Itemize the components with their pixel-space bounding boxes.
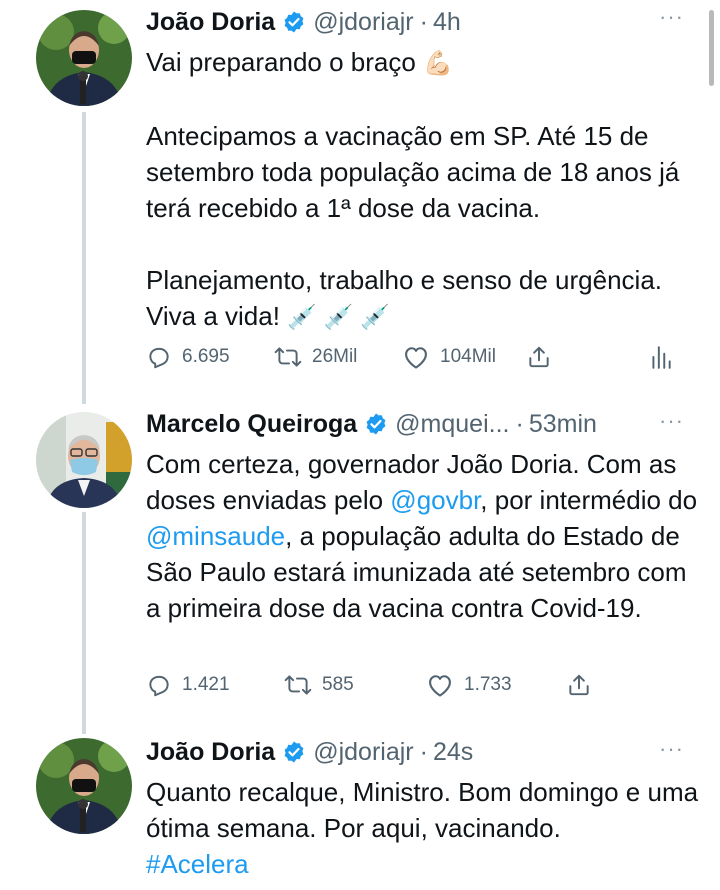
more-icon[interactable]: ··· (659, 408, 684, 434)
verified-badge-icon (282, 740, 306, 764)
share-button[interactable] (566, 672, 602, 698)
reply-count: 1.421 (182, 674, 230, 695)
mention-link[interactable]: @minsaude (146, 521, 285, 551)
tweet-paragraph: Antecipamos a vacinação em SP. Até 15 de… (146, 121, 680, 223)
avatar[interactable] (36, 10, 132, 106)
reply-button[interactable]: 6.695 (146, 344, 230, 370)
analytics-button[interactable] (650, 344, 682, 370)
tweet-text-span: , por intermédio do (480, 485, 698, 515)
author-name[interactable]: João Doria (146, 738, 275, 767)
share-icon (529, 346, 549, 368)
more-icon[interactable]: ··· (659, 4, 684, 30)
tweet-thread: João Doria @jdoriajr · 4h ··· Vai prepar… (0, 0, 720, 890)
reply-count: 6.695 (182, 346, 230, 367)
reply-button[interactable]: 1.421 (146, 672, 230, 698)
tweet-text: Quanto recalque, Ministro. Bom domingo e… (146, 774, 701, 882)
separator-dot: · (419, 737, 428, 766)
tweet[interactable]: João Doria @jdoriajr · 4h ··· Vai prepar… (0, 0, 720, 400)
tweet-actions: 6.695 26Mil 104Mil (146, 340, 686, 374)
timestamp[interactable]: 24s (433, 738, 473, 767)
like-button[interactable]: 1.733 (426, 672, 512, 698)
tweet-text-line: Vai preparando o braço (146, 47, 416, 77)
author-handle[interactable]: @jdoriajr (313, 738, 413, 767)
tweet-text: Com certeza, governador João Doria. Com … (146, 446, 701, 626)
retweet-icon (284, 675, 312, 695)
timestamp[interactable]: 53min (529, 410, 597, 439)
more-icon[interactable]: ··· (659, 736, 684, 762)
author-name[interactable]: Marcelo Queiroga (146, 410, 357, 439)
like-button[interactable]: 104Mil (402, 344, 496, 370)
syringe-emoji: 💉 💉 💉 (287, 304, 391, 331)
retweet-button[interactable]: 26Mil (274, 344, 357, 370)
reply-icon (149, 675, 169, 697)
like-count: 1.733 (464, 674, 512, 695)
avatar[interactable] (36, 412, 132, 508)
timestamp[interactable]: 4h (433, 8, 461, 37)
verified-badge-icon (282, 10, 306, 34)
analytics-icon (652, 346, 671, 369)
separator-dot: · (515, 409, 524, 438)
tweet[interactable]: Marcelo Queiroga @mquei... · 53min ··· C… (0, 404, 720, 724)
tweet[interactable]: João Doria @jdoriajr · 24s ··· Quanto re… (0, 732, 720, 890)
separator-dot: · (419, 7, 428, 36)
retweet-button[interactable]: 585 (284, 672, 354, 698)
tweet-text: Vai preparando o braço 💪🏻 Antecipamos a … (146, 44, 701, 336)
like-icon (429, 675, 451, 697)
tweet-paragraph: Planejamento, trabalho e senso de urgênc… (146, 265, 663, 331)
reply-icon (149, 347, 169, 369)
tweet-actions: 1.421 585 1.733 (146, 668, 606, 702)
share-button[interactable] (526, 344, 562, 370)
verified-badge-icon (364, 412, 388, 436)
flexed-biceps-emoji: 💪🏻 (423, 50, 453, 77)
tweet-paragraph: Quanto recalque, Ministro. Bom domingo e… (146, 777, 699, 843)
author-name[interactable]: João Doria (146, 8, 275, 37)
retweet-count: 26Mil (312, 346, 358, 367)
avatar[interactable] (36, 738, 132, 834)
author-handle[interactable]: @mquei... (395, 410, 509, 439)
share-icon (569, 674, 589, 696)
like-count: 104Mil (440, 346, 496, 367)
hashtag-link[interactable]: #Acelera (146, 849, 249, 879)
retweet-icon (274, 347, 302, 367)
author-handle[interactable]: @jdoriajr (313, 8, 413, 37)
retweet-count: 585 (322, 674, 354, 695)
like-icon (405, 347, 427, 369)
mention-link[interactable]: @govbr (390, 485, 480, 515)
